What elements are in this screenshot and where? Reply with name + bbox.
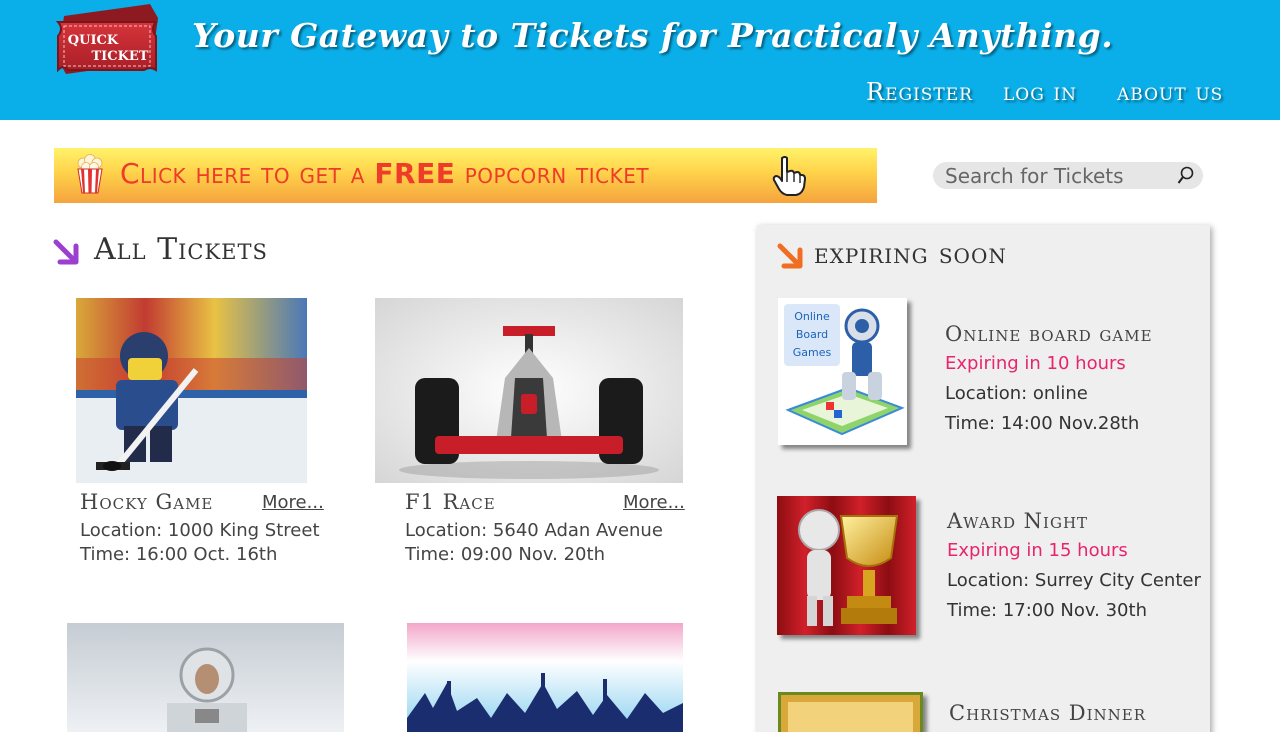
more-link[interactable]: More... [262,492,324,513]
all-tickets-title: All Tickets [94,232,268,267]
expiring-location: Location: Surrey City Center [947,570,1201,591]
site-header: QUICK TICKET Your Gateway to Tickets for… [0,0,1280,120]
more-link[interactable]: More... [623,492,685,513]
board-game-image[interactable]: Online Board Games [778,298,907,445]
svg-text:Games: Games [793,346,832,359]
expiring-soon-title: expiring soon [814,236,1007,270]
expiring-countdown: Expiring in 10 hours [945,353,1126,374]
f1-race-image[interactable] [375,298,683,483]
expiring-item-title: Christmas Dinner [949,701,1147,725]
promo-text: Click here to get a FREE popcorn ticket [120,157,649,190]
expiring-countdown: Expiring in 15 hours [947,540,1128,561]
svg-text:QUICK: QUICK [68,33,119,48]
search-box [933,162,1203,189]
promo-text-bold: FREE [374,157,456,190]
hockey-game-image[interactable] [76,298,307,483]
award-night-image[interactable] [777,496,916,635]
all-tickets-arrow-icon [53,239,79,265]
ticket-time: Time: 09:00 Nov. 20th [405,544,605,565]
tagline: Your Gateway to Tickets for Practicaly A… [192,16,1114,55]
popcorn-icon [77,154,103,194]
ticket-title: Hocky Game [80,490,214,514]
expiring-item-title: Online board game [945,322,1153,346]
nav-about-link[interactable]: about us [1117,78,1223,106]
expiring-arrow-icon [777,243,803,269]
expiring-item-title: Award Night [947,509,1089,533]
svg-text:Board: Board [796,328,828,341]
promo-text-before: Click here to get a [120,157,375,190]
nav-login-link[interactable]: log in [1003,78,1077,106]
search-icon[interactable] [1177,166,1195,186]
svg-text:Online: Online [794,310,830,323]
expiring-location: Location: online [945,383,1088,404]
promo-text-after: popcorn ticket [455,157,650,190]
expiring-time: Time: 17:00 Nov. 30th [947,600,1147,621]
quick-ticket-logo[interactable]: QUICK TICKET [54,4,162,76]
hand-pointer-icon [772,156,806,196]
expiring-time: Time: 14:00 Nov.28th [945,413,1140,434]
search-input[interactable] [945,162,1170,189]
ticket-title: F1 Race [405,490,496,514]
free-popcorn-banner[interactable]: Click here to get a FREE popcorn ticket [54,148,877,203]
ticket-location: Location: 1000 King Street [80,520,320,541]
astronaut-movie-image[interactable] [67,623,344,732]
christmas-dinner-image[interactable] [778,692,923,732]
ticket-time: Time: 16:00 Oct. 16th [80,544,278,565]
ticket-location: Location: 5640 Adan Avenue [405,520,663,541]
svg-text:TICKET: TICKET [92,49,149,64]
concert-image[interactable] [407,623,683,732]
nav-register-link[interactable]: Register [866,78,973,106]
